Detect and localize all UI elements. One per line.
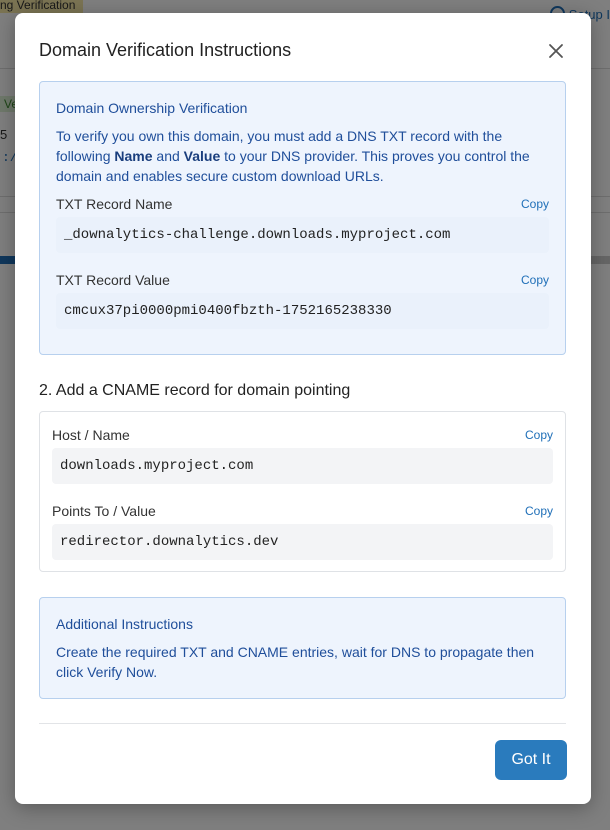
close-icon — [549, 44, 563, 58]
close-button[interactable] — [546, 41, 566, 61]
copy-txt-value-button[interactable]: Copy — [521, 273, 549, 287]
domain-verification-modal: Domain Verification Instructions Domain … — [15, 13, 591, 804]
cname-section-title: 2. Add a CNAME record for domain pointin… — [39, 382, 351, 399]
additional-instructions-box: Additional Instructions Create the requi… — [39, 597, 566, 699]
ownership-description: To verify you own this domain, you must … — [56, 128, 530, 184]
footer-divider — [39, 723, 566, 724]
copy-points-to-button[interactable]: Copy — [525, 504, 553, 518]
modal-title: Domain Verification Instructions — [39, 40, 292, 60]
host-name-label: Host / Name — [52, 427, 130, 443]
copy-txt-name-button[interactable]: Copy — [521, 197, 549, 211]
txt-record-value-label: TXT Record Value — [56, 272, 170, 288]
points-to-label: Points To / Value — [52, 503, 156, 519]
copy-host-button[interactable]: Copy — [525, 428, 553, 442]
txt-record-value-value[interactable]: cmcux37pi0000pmi0400fbzth-1752165238330 — [56, 293, 549, 329]
additional-instructions-text: Create the required TXT and CNAME entrie… — [56, 644, 535, 680]
points-to-value[interactable]: redirector.downalytics.dev — [52, 524, 553, 560]
got-it-button[interactable]: Got It — [495, 740, 567, 780]
ownership-title: Domain Ownership Verification — [56, 100, 248, 116]
cname-record-box: Host / Name Copy downloads.myproject.com… — [39, 411, 566, 572]
additional-instructions-title: Additional Instructions — [56, 616, 193, 632]
host-name-value[interactable]: downloads.myproject.com — [52, 448, 553, 484]
ownership-verification-box: Domain Ownership Verification To verify … — [39, 81, 566, 355]
txt-record-name-label: TXT Record Name — [56, 196, 173, 212]
txt-record-name-value[interactable]: _downalytics-challenge.downloads.myproje… — [56, 217, 549, 253]
